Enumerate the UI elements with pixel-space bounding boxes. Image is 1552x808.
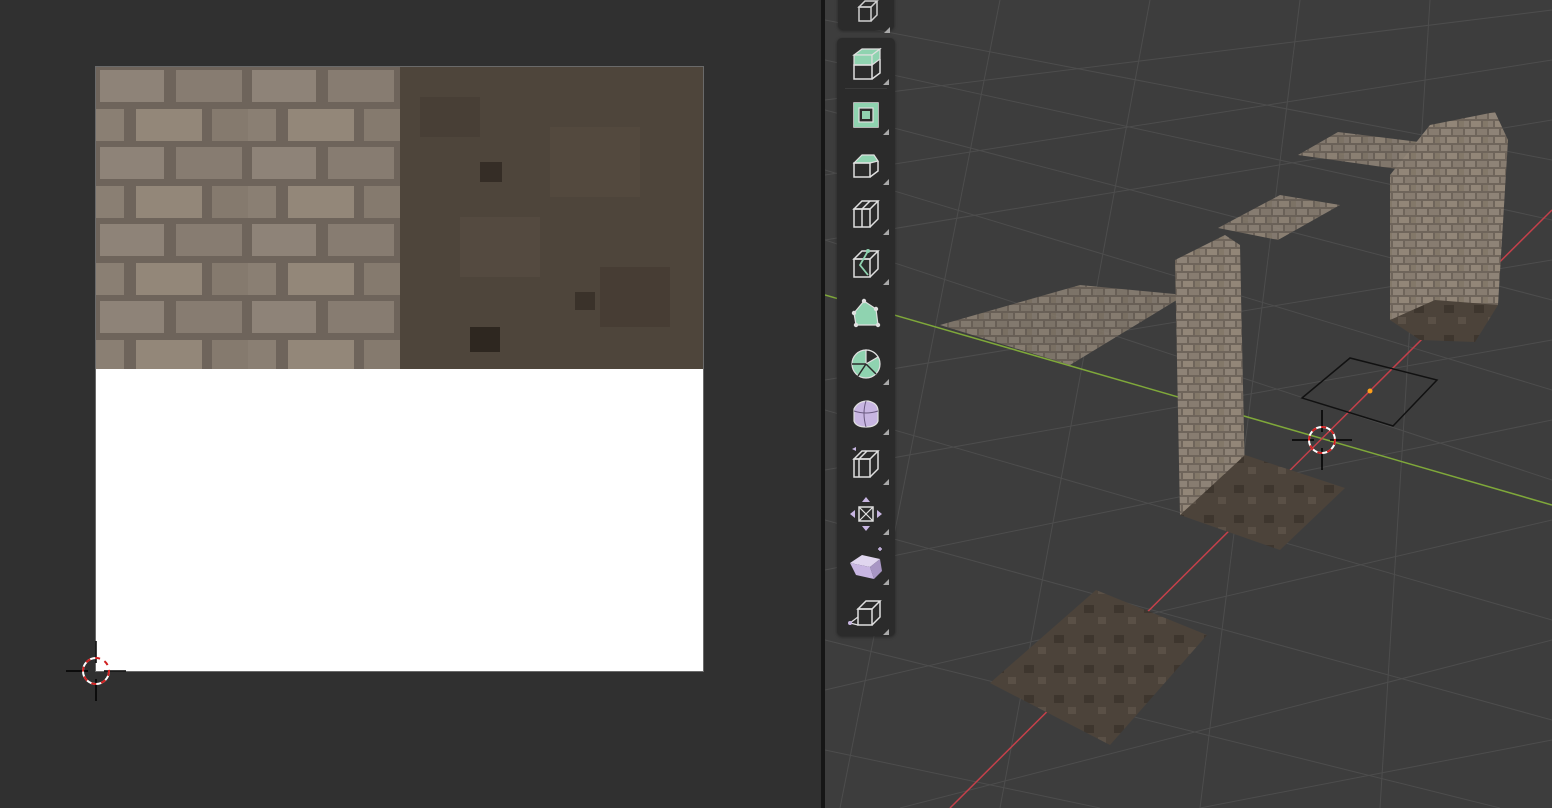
poly-build-icon [851, 298, 881, 328]
knife-icon [852, 249, 880, 278]
smooth-icon [853, 400, 879, 428]
bevel-icon [852, 154, 879, 178]
3d-cursor-icon[interactable] [66, 641, 126, 701]
loop-cut-icon [852, 200, 880, 228]
toolbar-select-group [838, 0, 894, 33]
inset-icon [853, 102, 879, 128]
loop-cut-tool[interactable] [840, 190, 892, 238]
extrude-icon [852, 47, 882, 80]
shrink-fatten-icon [850, 497, 882, 531]
poly-build-tool[interactable] [840, 290, 892, 338]
knife-tool[interactable] [840, 240, 892, 288]
rip-icon [848, 600, 882, 626]
tool-shelf [837, 38, 895, 636]
viewport-scene [825, 0, 1552, 808]
spin-icon [851, 349, 881, 379]
dirt-texture-tile [400, 67, 703, 369]
extrude-region-tool[interactable] [840, 40, 892, 88]
inset-faces-tool[interactable] [840, 90, 892, 138]
cube-outline-icon [857, 0, 879, 22]
edge-slide-icon [852, 447, 880, 478]
shrink-fatten-tool[interactable] [840, 490, 892, 538]
uv-editor-area[interactable] [0, 0, 821, 808]
object-origin-dot [1367, 388, 1373, 394]
3d-cursor-icon[interactable] [1292, 410, 1352, 470]
dirt-floor-front [990, 590, 1207, 745]
select-box-tool[interactable] [841, 0, 893, 36]
3d-viewport[interactable] [825, 0, 1552, 808]
rip-region-tool[interactable] [840, 590, 892, 638]
edge-slide-tool[interactable] [840, 440, 892, 488]
bevel-tool[interactable] [840, 140, 892, 188]
spin-tool[interactable] [840, 340, 892, 388]
brick-texture-tile [96, 67, 400, 369]
shear-tool[interactable] [840, 540, 892, 588]
uv-texture-image [95, 66, 704, 672]
smooth-tool[interactable] [840, 390, 892, 438]
brick-floor-plane [940, 285, 1185, 365]
shear-icon [850, 547, 882, 579]
